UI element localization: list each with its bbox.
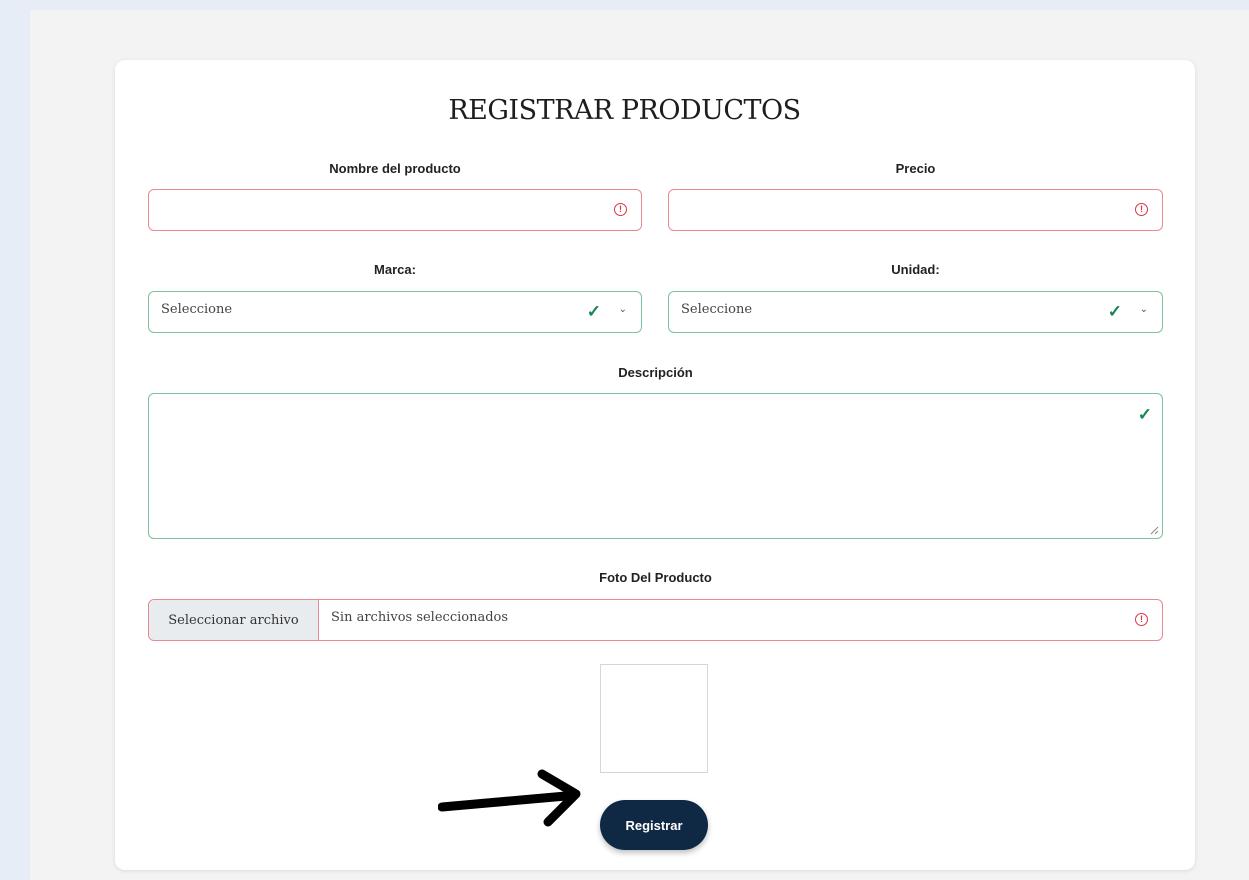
arrow-icon <box>438 769 581 827</box>
error-icon: ! <box>1135 203 1148 216</box>
chevron-down-icon: ⌄ <box>618 304 627 315</box>
unit-label: Unidad: <box>891 262 940 277</box>
name-label: Nombre del producto <box>329 161 461 176</box>
check-icon: ✓ <box>1107 302 1122 321</box>
price-label: Precio <box>895 161 936 176</box>
brand-select[interactable]: Seleccione ✓ ⌄ <box>148 291 642 333</box>
unit-select-value: Seleccione <box>681 302 753 317</box>
description-label: Descripción <box>618 365 693 380</box>
error-icon: ! <box>1135 613 1148 626</box>
page-title: REGISTRAR PRODUCTOS <box>448 95 801 126</box>
chevron-down-icon: ⌄ <box>1139 304 1148 315</box>
photo-preview <box>600 664 708 773</box>
choose-file-button[interactable]: Seleccionar archivo <box>149 600 319 640</box>
price-input[interactable]: ! <box>668 189 1163 231</box>
error-icon: ! <box>614 203 627 216</box>
photo-label: Foto Del Producto <box>599 570 712 585</box>
check-icon: ✓ <box>586 302 601 321</box>
brand-label: Marca: <box>374 262 416 277</box>
photo-file-input[interactable]: Seleccionar archivo Sin archivos selecci… <box>148 599 1163 641</box>
name-input[interactable]: ! <box>148 189 642 231</box>
resize-handle-icon[interactable] <box>1149 525 1159 535</box>
register-button[interactable]: Registrar <box>600 800 708 850</box>
unit-select[interactable]: Seleccione ✓ ⌄ <box>668 291 1163 333</box>
check-icon: ✓ <box>1137 405 1152 424</box>
brand-select-value: Seleccione <box>161 302 233 317</box>
description-textarea[interactable]: ✓ <box>148 393 1163 539</box>
file-status-text: Sin archivos seleccionados <box>331 610 509 625</box>
